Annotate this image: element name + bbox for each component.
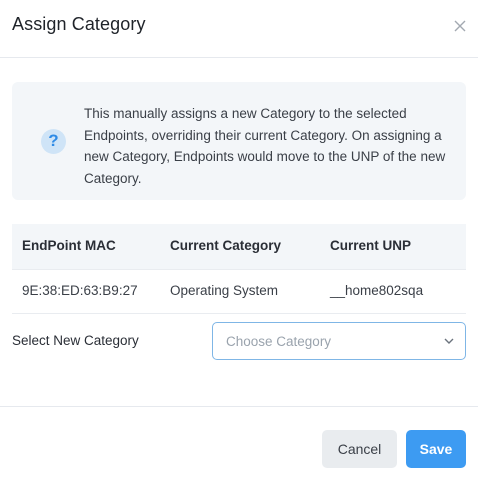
dialog-title: Assign Category bbox=[12, 14, 146, 34]
category-select-placeholder: Choose Category bbox=[226, 334, 332, 349]
cell-current-category: Operating System bbox=[170, 283, 279, 298]
info-text: This manually assigns a new Category to … bbox=[84, 106, 446, 186]
cell-current-unp: __home802sqa bbox=[330, 283, 424, 298]
chevron-down-icon bbox=[444, 338, 454, 344]
select-category-label: Select New Category bbox=[12, 333, 139, 348]
header-endpoint-mac: EndPoint MAC bbox=[22, 238, 116, 253]
endpoints-table: EndPoint MAC Current Category Current UN… bbox=[12, 224, 466, 314]
dialog-header: Assign Category bbox=[0, 0, 478, 58]
question-glyph: ? bbox=[48, 131, 59, 150]
cancel-button[interactable]: Cancel bbox=[322, 430, 397, 468]
cell-endpoint-mac: 9E:38:ED:63:B9:27 bbox=[22, 283, 138, 298]
category-select[interactable]: Choose Category bbox=[212, 322, 466, 360]
header-current-unp: Current UNP bbox=[330, 238, 412, 253]
footer-divider bbox=[0, 406, 478, 407]
table-header: EndPoint MAC Current Category Current UN… bbox=[12, 224, 466, 269]
close-icon[interactable] bbox=[452, 18, 468, 34]
table-row: 9E:38:ED:63:B9:27 Operating System __hom… bbox=[12, 269, 466, 314]
info-banner: ? This manually assigns a new Category t… bbox=[12, 82, 466, 200]
question-icon: ? bbox=[41, 129, 66, 154]
header-current-category: Current Category bbox=[170, 238, 282, 253]
save-button[interactable]: Save bbox=[406, 430, 466, 468]
